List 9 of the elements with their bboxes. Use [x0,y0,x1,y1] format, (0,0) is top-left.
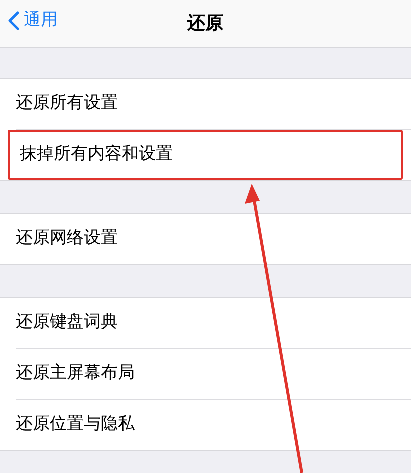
settings-row[interactable]: 还原所有设置 [0,79,411,129]
back-chevron-icon [8,10,20,31]
back-button[interactable]: 通用 [8,8,58,34]
settings-row[interactable]: 还原位置与隐私 [16,400,411,450]
settings-row[interactable]: 还原网络设置 [0,214,411,264]
settings-row[interactable]: 还原主屏幕布局 [16,349,411,399]
window-title: 还原 [188,12,224,36]
settings-row[interactable]: 抹掉所有内容和设置 [8,130,403,180]
settings-row[interactable]: 还原键盘词典 [0,298,411,348]
